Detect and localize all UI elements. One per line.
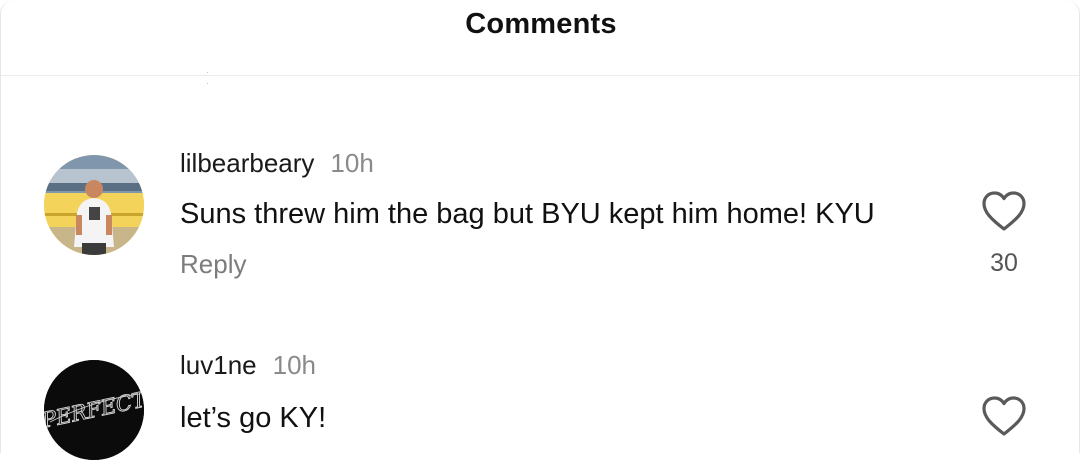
page-title: Comments: [465, 8, 617, 40]
like-button[interactable]: [981, 190, 1027, 232]
heart-outline-icon: [982, 191, 1026, 231]
avatar[interactable]: [44, 155, 144, 255]
scroll-hint: · ·: [206, 67, 222, 89]
comments-sheet: Comments · · lilbearbeary 10h Suns threw…: [0, 0, 1080, 460]
logo-avatar-icon: PERFECT: [44, 360, 144, 460]
reply-button[interactable]: Reply: [180, 249, 246, 280]
comments-header: Comments: [1, 0, 1080, 76]
comment-username[interactable]: luv1ne: [180, 350, 257, 380]
heart-outline-icon: [982, 396, 1026, 436]
like-button[interactable]: [981, 395, 1027, 437]
profile-photo-icon: [44, 155, 144, 255]
comment-text: let’s go KY!: [180, 402, 327, 434]
like-count: 30: [990, 249, 1018, 277]
comment-timestamp: 10h: [272, 350, 317, 380]
comment-item: lilbearbeary 10h Suns threw him the bag b…: [1, 148, 1080, 288]
avatar[interactable]: PERFECT: [44, 360, 144, 460]
comment-text: Suns threw him the bag but BYU kept him …: [180, 198, 875, 230]
comment-timestamp: 10h: [330, 148, 374, 178]
comment-item: PERFECT luv1ne 10h let’s go KY!: [1, 350, 1080, 460]
comment-username[interactable]: lilbearbeary: [180, 148, 314, 178]
